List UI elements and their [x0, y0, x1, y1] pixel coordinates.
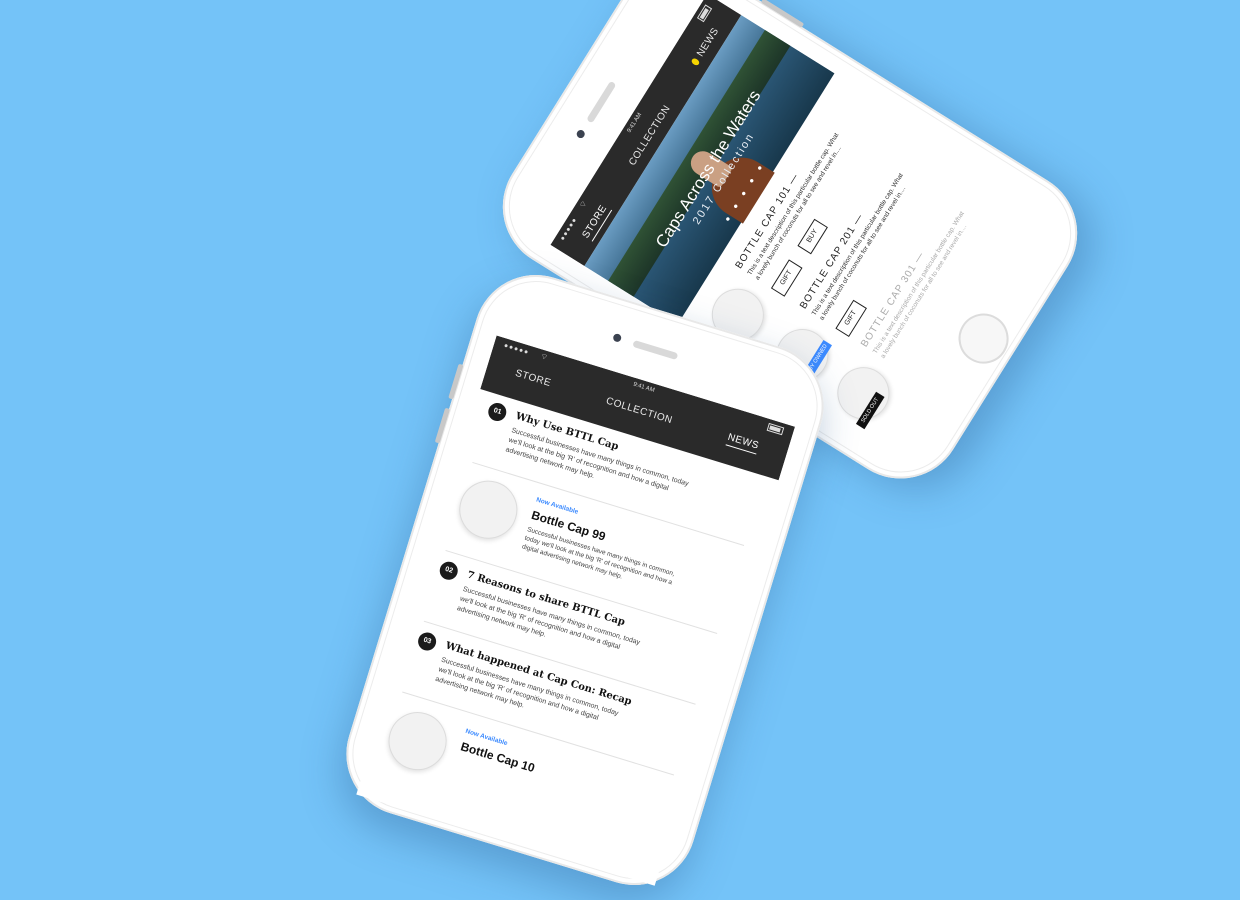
article-number: 01	[486, 400, 509, 424]
battery-icon	[696, 4, 713, 23]
notification-dot-icon	[690, 56, 701, 67]
gift-button[interactable]: GIFT	[770, 259, 803, 297]
bottle-cap-image	[452, 473, 525, 546]
article-number: 02	[437, 559, 460, 582]
news-screen: ●●●●● ⌔ 9:41 AM STORE COLLECTION NEWS 01…	[356, 335, 795, 886]
tab-news[interactable]: NEWS	[725, 431, 761, 455]
battery-icon	[766, 422, 785, 436]
article-number: 03	[415, 630, 439, 653]
tab-store[interactable]: STORE	[513, 367, 552, 390]
phone-mockup-news: ●●●●● ⌔ 9:41 AM STORE COLLECTION NEWS 01…	[331, 259, 839, 900]
bottle-cap-image	[381, 704, 454, 778]
buy-button[interactable]: BUY	[797, 218, 829, 255]
